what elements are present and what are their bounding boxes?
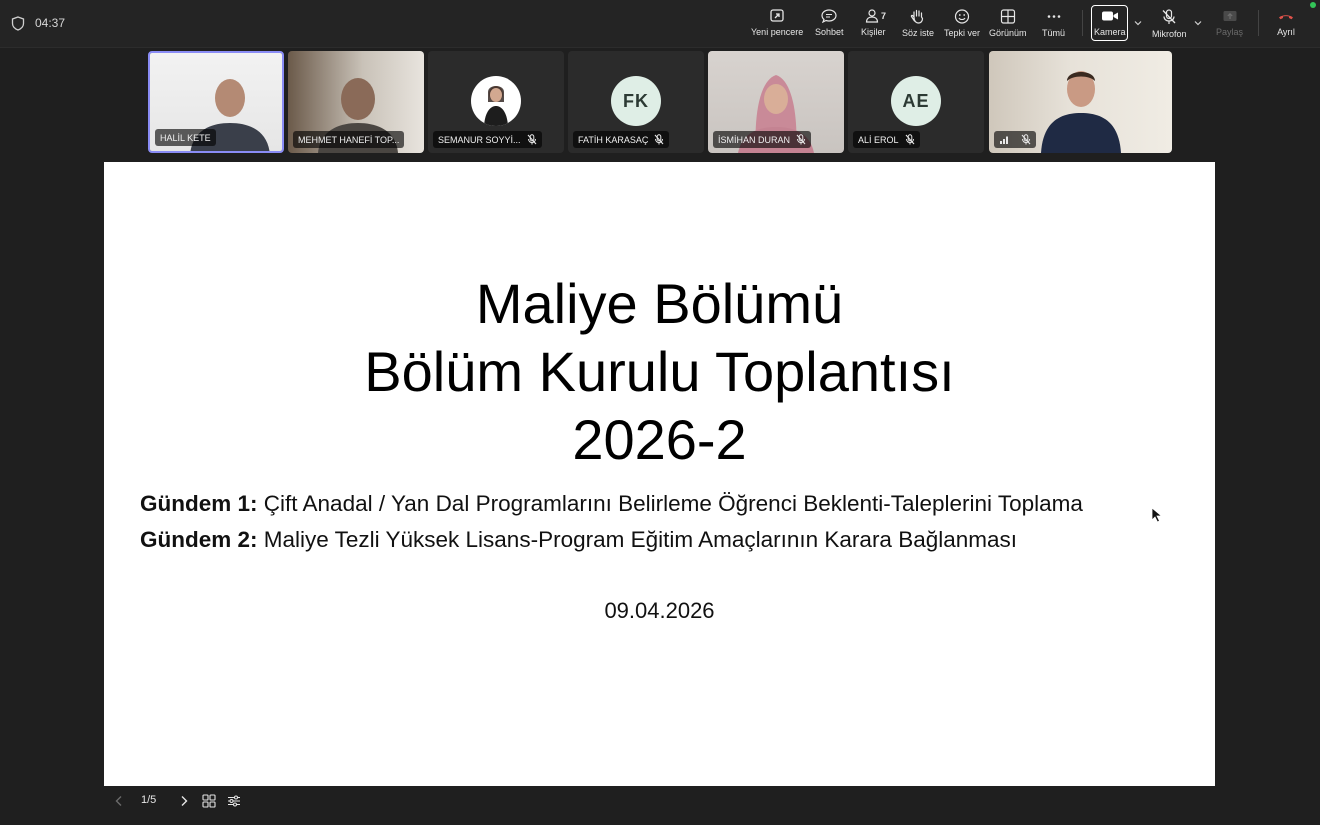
person-photo-icon [484, 86, 508, 126]
people-label: Kişiler [861, 27, 886, 37]
toolbar-divider [1258, 10, 1259, 36]
meeting-timer: 04:37 [35, 16, 66, 30]
participant-tile-fatih-karasac[interactable]: FK FATİH KARASAÇ [568, 51, 704, 153]
participant-name-tag: SEMANUR SOYYİ... [433, 131, 542, 148]
more-icon [1047, 15, 1060, 18]
toolbar-divider [1082, 10, 1083, 36]
participant-tile-7[interactable] [989, 51, 1172, 153]
presentation-controls: 1/5 [0, 788, 1320, 825]
video-camera-icon [1101, 11, 1118, 21]
view-button[interactable]: Görünüm [989, 6, 1027, 42]
mic-button[interactable]: Mikrofon [1152, 6, 1187, 42]
profile-photo [471, 76, 521, 126]
participant-name-tag: ALİ EROL [853, 131, 920, 148]
camera-options-chevron-icon[interactable] [1133, 19, 1143, 27]
slide-title: Maliye Bölümü Bölüm Kurulu Toplantısı 20… [104, 270, 1215, 474]
new-window-label: Yeni pencere [751, 27, 804, 37]
grid-view-icon [1000, 9, 1015, 24]
agenda-text: Maliye Tezli Yüksek Lisans-Program Eğiti… [263, 527, 1018, 552]
slide-title-line: 2026-2 [572, 408, 747, 471]
participant-name: MEHMET HANEFİ TOP... [298, 134, 400, 145]
chat-label: Sohbet [815, 27, 844, 37]
participant-name: İSMİHAN DURAN [718, 134, 791, 145]
people-button[interactable]: 7 Kişiler [861, 6, 886, 42]
hand-icon [910, 9, 924, 24]
share-label: Paylaş [1216, 27, 1244, 37]
mic-off-icon [527, 134, 536, 145]
participant-name-tag: MEHMET HANEFİ TOP... [293, 131, 405, 148]
participant-name: SEMANUR SOYYİ... [438, 134, 521, 145]
agenda-item-2: Gündem 2: Maliye Tezli Yüksek Lisans-Pro… [140, 527, 1017, 553]
raise-hand-label: Söz iste [902, 28, 935, 38]
shared-slide: Maliye Bölümü Bölüm Kurulu Toplantısı 20… [104, 162, 1215, 786]
new-window-button[interactable]: Yeni pencere [751, 6, 803, 42]
participant-name-tag: HALİL KETE [155, 129, 216, 146]
participant-tile-semanur[interactable]: SEMANUR SOYYİ... [428, 51, 564, 153]
mic-options-chevron-icon[interactable] [1193, 19, 1203, 27]
mic-off-icon [1021, 134, 1031, 145]
react-button[interactable]: Tepki ver [944, 6, 980, 42]
settings-sliders-icon[interactable] [227, 794, 241, 808]
participant-name-tag: FATİH KARASAÇ [573, 131, 670, 148]
more-button[interactable]: Tümü [1042, 6, 1065, 42]
initials-avatar: FK [611, 76, 661, 126]
slide-date: 09.04.2026 [604, 598, 715, 623]
agenda-text: Çift Anadal / Yan Dal Programlarını Beli… [263, 491, 1083, 516]
participant-tile-halil-kete[interactable]: HALİL KETE [148, 51, 284, 153]
mic-off-icon [796, 134, 806, 145]
mic-label: Mikrofon [1152, 29, 1187, 39]
participant-name: FATİH KARASAÇ [578, 134, 649, 145]
people-icon [866, 9, 879, 23]
participant-name-tag: İSMİHAN DURAN [713, 131, 812, 148]
camera-button[interactable]: Kamera [1094, 6, 1126, 42]
mic-off-icon [1162, 9, 1176, 24]
slide-title-line: Bölüm Kurulu Toplantısı [364, 340, 955, 403]
participant-tile-ali-erol[interactable]: AE ALİ EROL [848, 51, 984, 153]
people-count: 7 [881, 11, 887, 21]
shield-icon[interactable] [11, 16, 25, 31]
chat-button[interactable]: Sohbet [815, 6, 844, 42]
meeting-toolbar: 04:37 Yeni pencere Sohbet 7 Kişiler Söz … [0, 0, 1320, 48]
mic-off-icon [654, 134, 664, 145]
smiley-icon [954, 9, 970, 24]
agenda-label: Gündem 1: [140, 491, 258, 516]
mouse-cursor-icon [1151, 507, 1163, 523]
participant-tile-mehmet-hanefi[interactable]: MEHMET HANEFİ TOP... [288, 51, 424, 153]
slide-title-line: Maliye Bölümü [475, 272, 844, 335]
share-button[interactable]: Paylaş [1216, 6, 1243, 42]
chat-icon [821, 9, 837, 23]
initials-avatar: AE [891, 76, 941, 126]
next-slide-chevron-icon[interactable] [179, 795, 189, 807]
previous-slide-chevron-icon[interactable] [114, 795, 124, 807]
camera-label: Kamera [1094, 27, 1126, 37]
raise-hand-button[interactable]: Söz iste [902, 6, 934, 42]
page-indicator: 1/5 [141, 794, 157, 806]
participant-name: HALİL KETE [160, 132, 211, 143]
participant-name-tag [994, 131, 1036, 148]
leave-button[interactable]: Ayrıl [1277, 6, 1295, 42]
signal-strength-icon [1000, 136, 1008, 144]
view-label: Görünüm [989, 28, 1027, 38]
react-label: Tepki ver [944, 28, 981, 38]
share-icon [1223, 11, 1236, 21]
leave-label: Ayrıl [1277, 27, 1295, 37]
new-window-icon [770, 9, 784, 22]
participant-name: ALİ EROL [858, 134, 899, 145]
mic-off-icon [905, 134, 914, 145]
participant-tile-ismihan-duran[interactable]: İSMİHAN DURAN [708, 51, 844, 153]
thumbnail-grid-icon[interactable] [202, 794, 216, 808]
status-dot [1310, 2, 1316, 8]
more-label: Tümü [1042, 28, 1066, 38]
hang-up-icon [1279, 15, 1293, 20]
agenda-label: Gündem 2: [140, 527, 258, 552]
agenda-item-1: Gündem 1: Çift Anadal / Yan Dal Programl… [140, 491, 1083, 517]
